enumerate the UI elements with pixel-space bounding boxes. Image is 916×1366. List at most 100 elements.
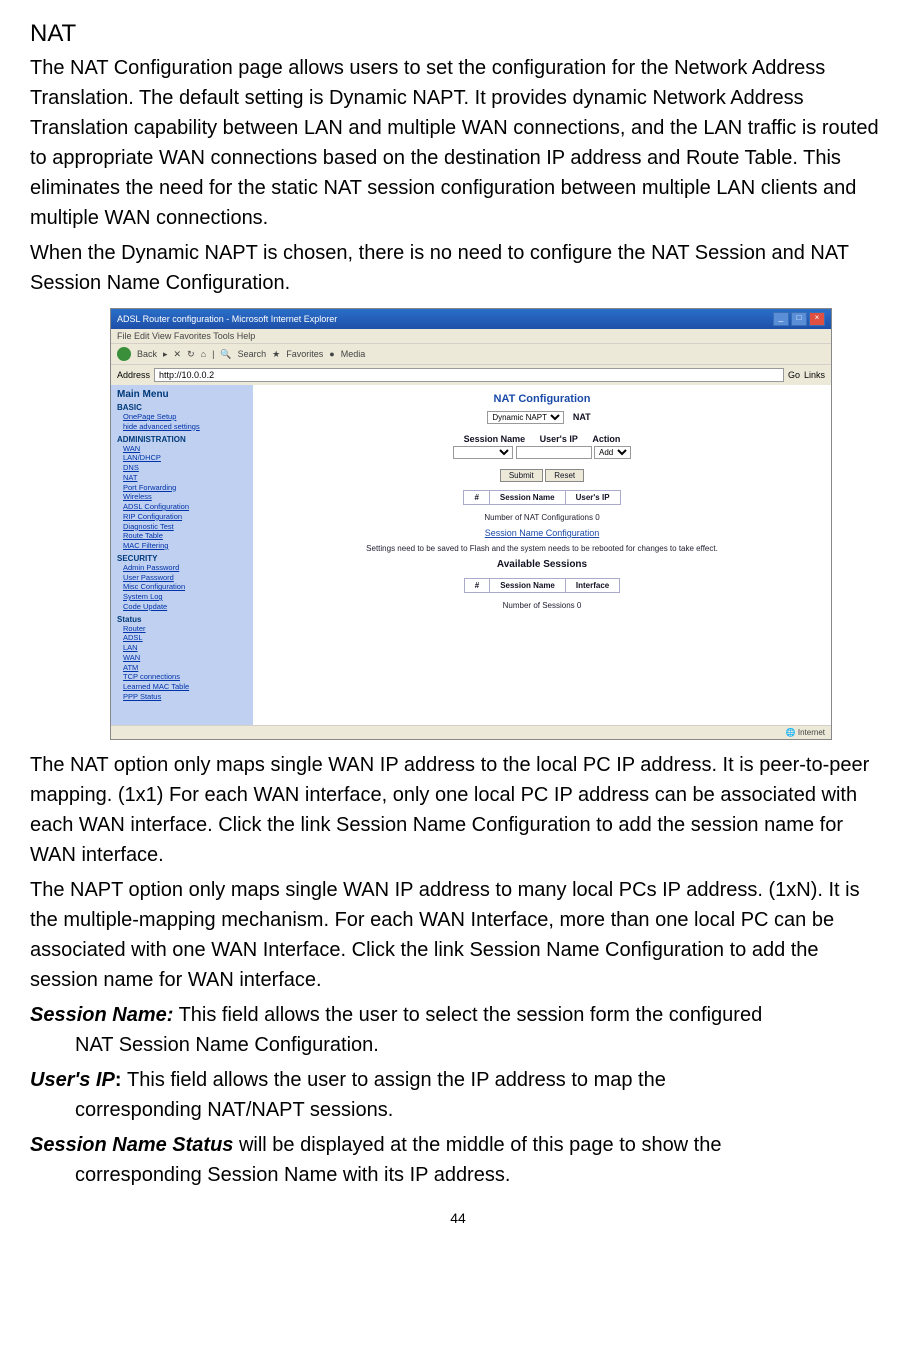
favorites-icon[interactable]: ★	[272, 349, 280, 360]
sidebar-section-basic: BASIC	[117, 403, 247, 412]
media-icon[interactable]: ●	[329, 349, 334, 359]
media-label: Media	[341, 349, 366, 359]
go-button[interactable]: Go	[788, 370, 800, 380]
sidebar-item[interactable]: WAN	[117, 653, 247, 663]
sidebar-item[interactable]: Admin Password	[117, 563, 247, 573]
table-header-session: Session Name	[490, 579, 566, 593]
sidebar-menu: Main Menu BASIC OnePage Setup hide advan…	[111, 385, 253, 725]
sidebar-item[interactable]: Route Table	[117, 531, 247, 541]
session-name-select[interactable]	[453, 446, 513, 459]
available-sessions-heading: Available Sessions	[261, 559, 823, 570]
search-label: Search	[238, 349, 267, 359]
search-icon[interactable]: 🔍	[220, 349, 231, 360]
home-icon[interactable]: ⌂	[201, 349, 206, 359]
sidebar-item[interactable]: User Password	[117, 573, 247, 583]
action-label: Action	[592, 434, 620, 444]
nat-option-paragraph: The NAT option only maps single WAN IP a…	[30, 750, 886, 870]
back-icon[interactable]	[117, 347, 131, 361]
window-title: ADSL Router configuration - Microsoft In…	[117, 314, 337, 324]
nat-label: NAT	[573, 412, 591, 422]
address-bar: Address http://10.0.0.2 Go Links	[111, 364, 831, 385]
action-select[interactable]: Add	[594, 446, 631, 459]
sidebar-item[interactable]: Misc Configuration	[117, 582, 247, 592]
close-icon[interactable]: ×	[809, 312, 825, 326]
table-header-ip: User's IP	[565, 491, 620, 505]
definition-continuation: corresponding Session Name with its IP a…	[30, 1160, 886, 1190]
submit-button[interactable]: Submit	[500, 469, 543, 482]
definition-users-ip: User's IP: This field allows the user to…	[30, 1065, 886, 1125]
browser-statusbar: 🌐 Internet	[111, 725, 831, 739]
sidebar-item[interactable]: Router	[117, 624, 247, 634]
sidebar-item[interactable]: OnePage Setup	[117, 412, 247, 422]
sidebar-item[interactable]: Port Forwarding	[117, 483, 247, 493]
sidebar-item[interactable]: DNS	[117, 463, 247, 473]
save-note: Settings need to be saved to Flash and t…	[261, 544, 823, 553]
sidebar-item[interactable]: hide advanced settings	[117, 422, 247, 432]
definition-session-name: Session Name: This field allows the user…	[30, 1000, 886, 1060]
maximize-icon[interactable]: □	[791, 312, 807, 326]
reset-button[interactable]: Reset	[545, 469, 584, 482]
sidebar-item[interactable]: RIP Configuration	[117, 512, 247, 522]
table-header-interface: Interface	[565, 579, 619, 593]
internet-icon: 🌐	[786, 728, 798, 737]
definition-continuation: NAT Session Name Configuration.	[30, 1030, 886, 1060]
stop-icon[interactable]: ✕	[174, 349, 182, 360]
sidebar-title: Main Menu	[117, 389, 247, 400]
term-users-ip: User's IP	[30, 1069, 115, 1091]
sidebar-item[interactable]: WAN	[117, 444, 247, 454]
sidebar-item[interactable]: NAT	[117, 473, 247, 483]
address-label: Address	[117, 370, 150, 380]
session-count: Number of Sessions 0	[261, 601, 823, 610]
sidebar-item[interactable]: Diagnostic Test	[117, 522, 247, 532]
forward-icon[interactable]: ▸	[163, 349, 168, 360]
users-ip-input[interactable]	[516, 446, 592, 459]
sidebar-item[interactable]: LAN/DHCP	[117, 453, 247, 463]
browser-menubar[interactable]: File Edit View Favorites Tools Help	[111, 329, 831, 343]
sidebar-item[interactable]: PPP Status	[117, 692, 247, 702]
sidebar-item[interactable]: System Log	[117, 592, 247, 602]
table-header-hash: #	[464, 491, 489, 505]
config-count: Number of NAT Configurations 0	[261, 513, 823, 522]
intro-paragraph-2: When the Dynamic NAPT is chosen, there i…	[30, 238, 886, 298]
definition-continuation: corresponding NAT/NAPT sessions.	[30, 1095, 886, 1125]
sidebar-item[interactable]: ADSL Configuration	[117, 502, 247, 512]
sidebar-section-admin: ADMINISTRATION	[117, 435, 247, 444]
content-area: NAT Configuration Dynamic NAPT NAT Sessi…	[253, 385, 831, 725]
sidebar-item[interactable]: Wireless	[117, 492, 247, 502]
browser-toolbar: Back ▸ ✕ ↻ ⌂ | 🔍 Search ★ Favorites ● Me…	[111, 343, 831, 364]
table-header-hash: #	[464, 579, 489, 593]
sidebar-section-status: Status	[117, 615, 247, 624]
content-title: NAT Configuration	[261, 393, 823, 405]
term-session-name: Session Name:	[30, 1004, 173, 1026]
window-controls: _ □ ×	[773, 312, 825, 326]
sidebar-item[interactable]: Code Update	[117, 602, 247, 612]
session-config-link[interactable]: Session Name Configuration	[261, 528, 823, 538]
minimize-icon[interactable]: _	[773, 312, 789, 326]
term-session-status: Session Name Status	[30, 1134, 233, 1156]
window-titlebar: ADSL Router configuration - Microsoft In…	[111, 309, 831, 329]
intro-paragraph-1: The NAT Configuration page allows users …	[30, 53, 886, 233]
sidebar-item[interactable]: MAC Filtering	[117, 541, 247, 551]
nat-mode-select[interactable]: Dynamic NAPT	[487, 411, 564, 424]
available-sessions-table: # Session Name Interface	[464, 578, 621, 593]
back-label: Back	[137, 349, 157, 359]
napt-option-paragraph: The NAPT option only maps single WAN IP …	[30, 875, 886, 995]
sidebar-item[interactable]: LAN	[117, 643, 247, 653]
users-ip-label: User's IP	[540, 434, 578, 444]
refresh-icon[interactable]: ↻	[187, 349, 195, 360]
favorites-label: Favorites	[286, 349, 323, 359]
status-text: Internet	[798, 728, 825, 737]
sidebar-item[interactable]: ATM	[117, 663, 247, 673]
browser-screenshot: ADSL Router configuration - Microsoft In…	[110, 308, 832, 740]
page-number: 44	[30, 1210, 886, 1226]
table-header-session: Session Name	[489, 491, 565, 505]
links-label[interactable]: Links	[804, 370, 825, 380]
definition-session-status: Session Name Status will be displayed at…	[30, 1130, 886, 1190]
sidebar-item[interactable]: Learned MAC Table	[117, 682, 247, 692]
address-input[interactable]: http://10.0.0.2	[154, 368, 784, 382]
nat-config-table: # Session Name User's IP	[463, 490, 620, 505]
section-heading: NAT	[30, 20, 886, 48]
sidebar-item[interactable]: TCP connections	[117, 672, 247, 682]
sidebar-item[interactable]: ADSL	[117, 633, 247, 643]
sidebar-section-security: SECURITY	[117, 554, 247, 563]
